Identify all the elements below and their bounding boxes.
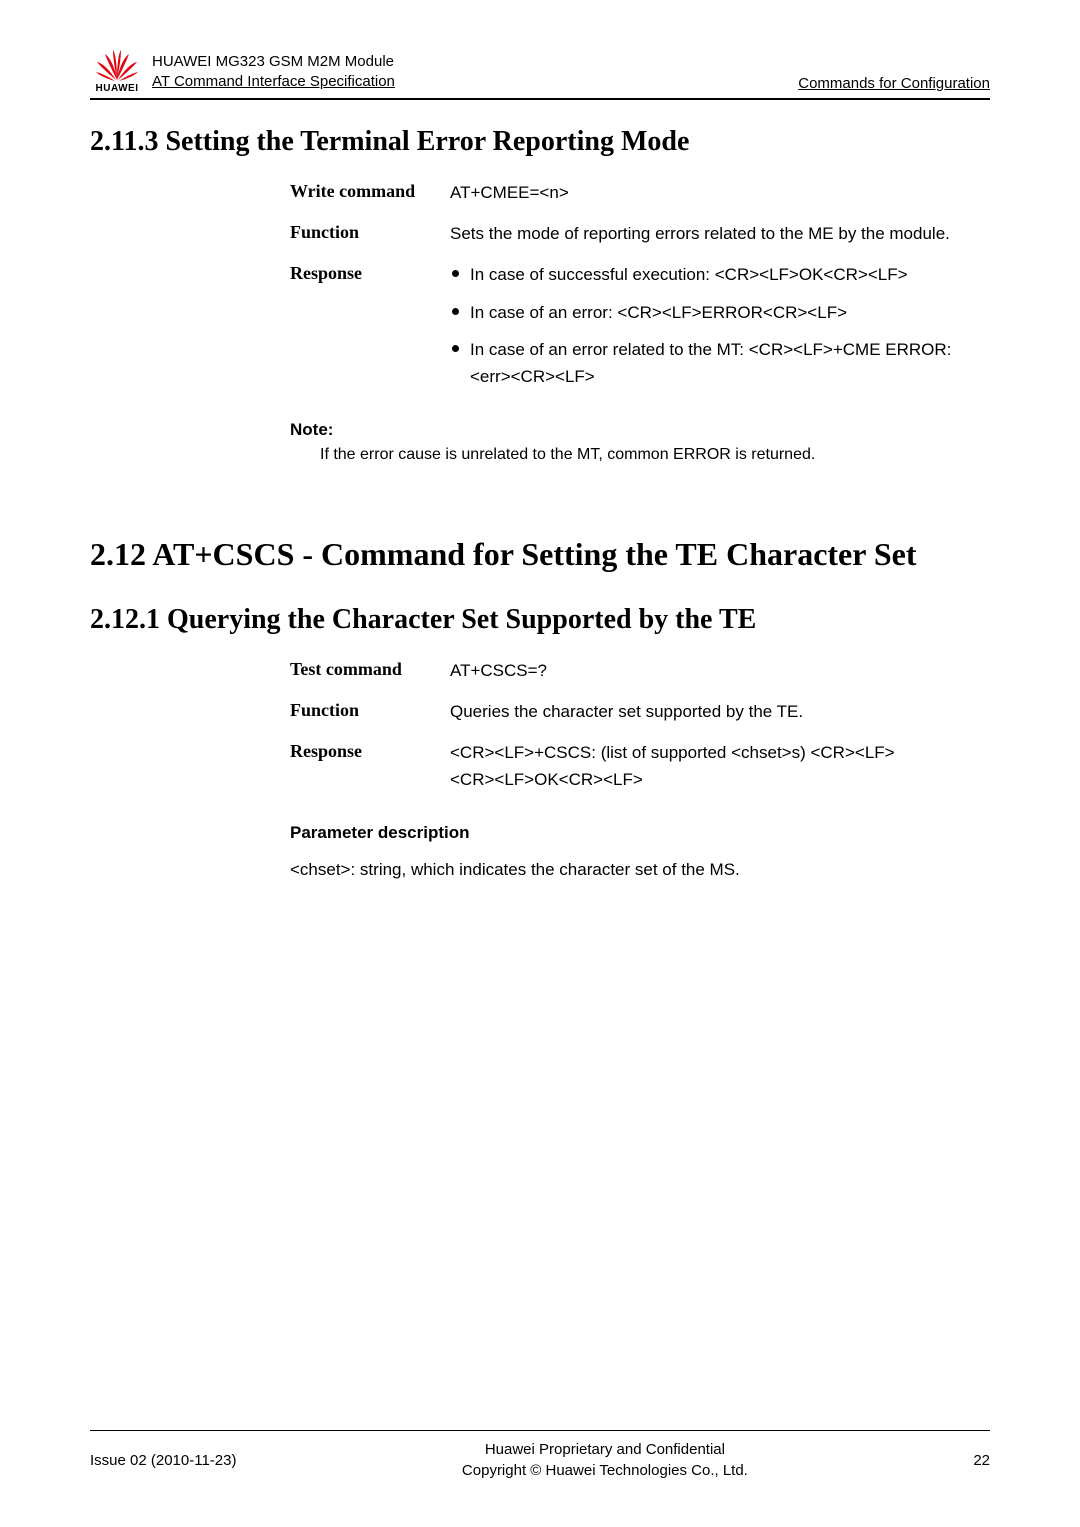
response-bullet-3: In case of an error related to the MT: <… xyxy=(450,336,990,390)
test-command-label: Test command xyxy=(290,657,450,684)
write-command-row: Write command AT+CMEE=<n> xyxy=(290,179,990,206)
response-line-1: <CR><LF>+CSCS: (list of supported <chset… xyxy=(450,739,990,766)
note-text: If the error cause is unrelated to the M… xyxy=(320,446,990,464)
footer-center-line1: Huawei Proprietary and Confidential xyxy=(236,1439,973,1460)
test-command-value: AT+CSCS=? xyxy=(450,657,990,684)
param-desc-heading: Parameter description xyxy=(290,823,990,843)
response-value-2: <CR><LF>+CSCS: (list of supported <chset… xyxy=(450,739,990,793)
note-label: Note: xyxy=(290,420,990,440)
response-bullets: In case of successful execution: <CR><LF… xyxy=(450,261,990,390)
logo-brand-text: HUAWEI xyxy=(96,83,139,94)
function-value: Sets the mode of reporting errors relate… xyxy=(450,220,990,247)
response-row: Response In case of successful execution… xyxy=(290,261,990,400)
footer-page-number: 22 xyxy=(973,1452,990,1469)
heading-2-11-3: 2.11.3 Setting the Terminal Error Report… xyxy=(90,124,990,159)
footer-center-line2: Copyright © Huawei Technologies Co., Ltd… xyxy=(236,1460,973,1481)
header-bar: HUAWEI HUAWEI MG323 GSM M2M Module AT Co… xyxy=(90,40,990,100)
heading-2-12-1: 2.12.1 Querying the Character Set Suppor… xyxy=(90,602,990,637)
header-line1: HUAWEI MG323 GSM M2M Module xyxy=(152,52,798,72)
heading-2-12: 2.12 AT+CSCS - Command for Setting the T… xyxy=(90,534,990,576)
function-label-2: Function xyxy=(290,698,450,725)
response-row-2: Response <CR><LF>+CSCS: (list of support… xyxy=(290,739,990,793)
huawei-logo: HUAWEI xyxy=(90,40,144,94)
param-desc-text: <chset>: string, which indicates the cha… xyxy=(290,857,990,883)
function-row-2: Function Queries the character set suppo… xyxy=(290,698,990,725)
function-value-2: Queries the character set supported by t… xyxy=(450,698,990,725)
footer-center: Huawei Proprietary and Confidential Copy… xyxy=(236,1439,973,1481)
page-footer: Issue 02 (2010-11-23) Huawei Proprietary… xyxy=(90,1430,990,1481)
function-row: Function Sets the mode of reporting erro… xyxy=(290,220,990,247)
response-line-2: <CR><LF>OK<CR><LF> xyxy=(450,766,990,793)
response-label-2: Response xyxy=(290,739,450,793)
header-section-name: Commands for Configuration xyxy=(798,75,990,94)
footer-issue: Issue 02 (2010-11-23) xyxy=(90,1452,236,1469)
response-label: Response xyxy=(290,261,450,400)
write-command-label: Write command xyxy=(290,179,450,206)
function-label: Function xyxy=(290,220,450,247)
note-block: Note: If the error cause is unrelated to… xyxy=(290,420,990,464)
test-command-row: Test command AT+CSCS=? xyxy=(290,657,990,684)
header-titles: HUAWEI MG323 GSM M2M Module AT Command I… xyxy=(152,52,798,95)
write-command-value: AT+CMEE=<n> xyxy=(450,179,990,206)
response-bullet-2: In case of an error: <CR><LF>ERROR<CR><L… xyxy=(450,299,990,326)
response-bullet-1: In case of successful execution: <CR><LF… xyxy=(450,261,990,288)
header-line2: AT Command Interface Specification xyxy=(152,72,798,92)
